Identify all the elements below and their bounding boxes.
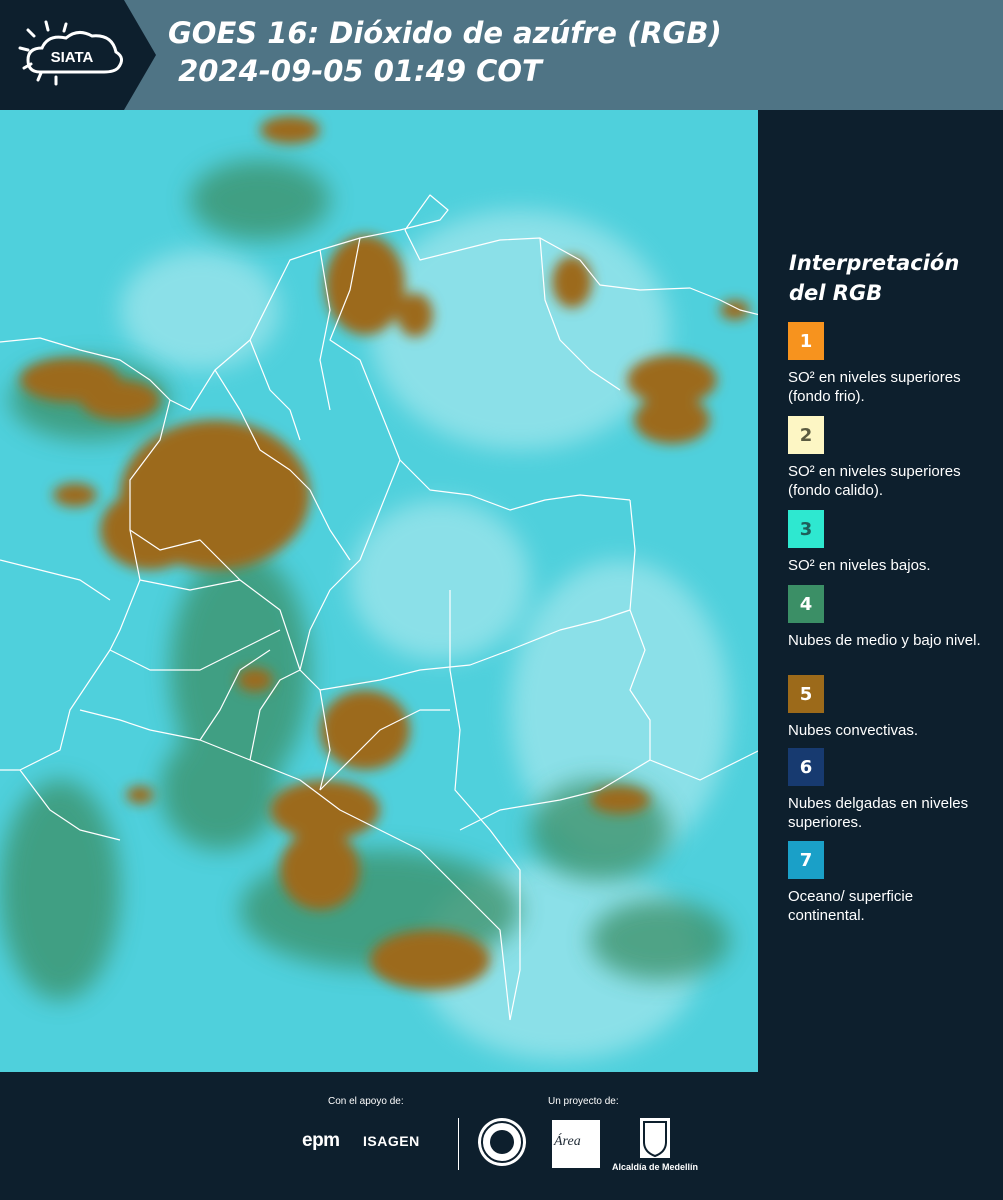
legend-label-7: Oceano/ superficie continental.: [788, 888, 914, 924]
epm-logo: epm: [302, 1130, 340, 1151]
legend-item-6: 6 Nubes delgadas en niveles superiores.: [788, 748, 988, 832]
legend-swatch-4: 4: [788, 585, 824, 623]
legend-title: Interpretación del RGB: [789, 251, 960, 305]
header-bar: SIATA GOES 16: Dióxido de azúfre (RGB) 2…: [0, 0, 1003, 110]
legend-label-1: SO² en niveles superiores (fondo frio).: [788, 369, 961, 405]
legend-label-2: SO² en niveles superiores (fondo calido)…: [788, 463, 961, 499]
legend-label-4: Nubes de medio y bajo nivel.: [788, 632, 981, 649]
svg-text:SIATA: SIATA: [51, 49, 94, 66]
legend-item-7: 7 Oceano/ superficie continental.: [788, 841, 988, 925]
legend-item-2: 2 SO² en niveles superiores (fondo calid…: [788, 416, 988, 500]
legend-swatch-2: 2: [788, 416, 824, 454]
legend-label-3: SO² en niveles bajos.: [788, 557, 931, 574]
legend-swatch-1: 1: [788, 322, 824, 360]
legend-item-5: 5 Nubes convectivas.: [788, 675, 988, 740]
project-label: Un proyecto de:: [548, 1096, 619, 1107]
legend-panel: Interpretación del RGB 1 SO² en niveles …: [762, 110, 1003, 1072]
legend-label-5: Nubes convectivas.: [788, 722, 919, 739]
timestamp: 2024-09-05 01:49 COT: [168, 54, 542, 88]
footer-divider: [458, 1118, 459, 1170]
legend-swatch-3: 3: [788, 510, 824, 548]
legend-label-6: Nubes delgadas en niveles superiores.: [788, 795, 969, 831]
legend-swatch-6: 6: [788, 748, 824, 786]
satellite-image: [0, 110, 758, 1072]
title-block: GOES 16: Dióxido de azúfre (RGB) 2024-09…: [168, 14, 722, 90]
legend-item-1: 1 SO² en niveles superiores (fondo frio)…: [788, 322, 988, 406]
alcaldia-text: Alcaldía de Medellín: [612, 1162, 699, 1172]
satellite-map: [0, 110, 760, 1072]
legend-swatch-5: 5: [788, 675, 824, 713]
siata-logo: SIATA: [0, 0, 160, 110]
legend-swatch-7: 7: [788, 841, 824, 879]
support-label: Con el apoyo de:: [328, 1096, 404, 1107]
alcaldia-shield-icon: [640, 1118, 670, 1158]
area-metropolitana-text: Área: [554, 1134, 581, 1149]
medellin-seal-icon: [478, 1118, 526, 1166]
footer-bar: Con el apoyo de: Un proyecto de: epm ISA…: [0, 1072, 1003, 1200]
page-title: GOES 16: Dióxido de azúfre (RGB): [168, 16, 722, 50]
isagen-logo: ISAGEN: [363, 1133, 420, 1149]
legend-item-3: 3 SO² en niveles bajos.: [788, 510, 988, 575]
legend-item-4: 4 Nubes de medio y bajo nivel.: [788, 585, 988, 650]
